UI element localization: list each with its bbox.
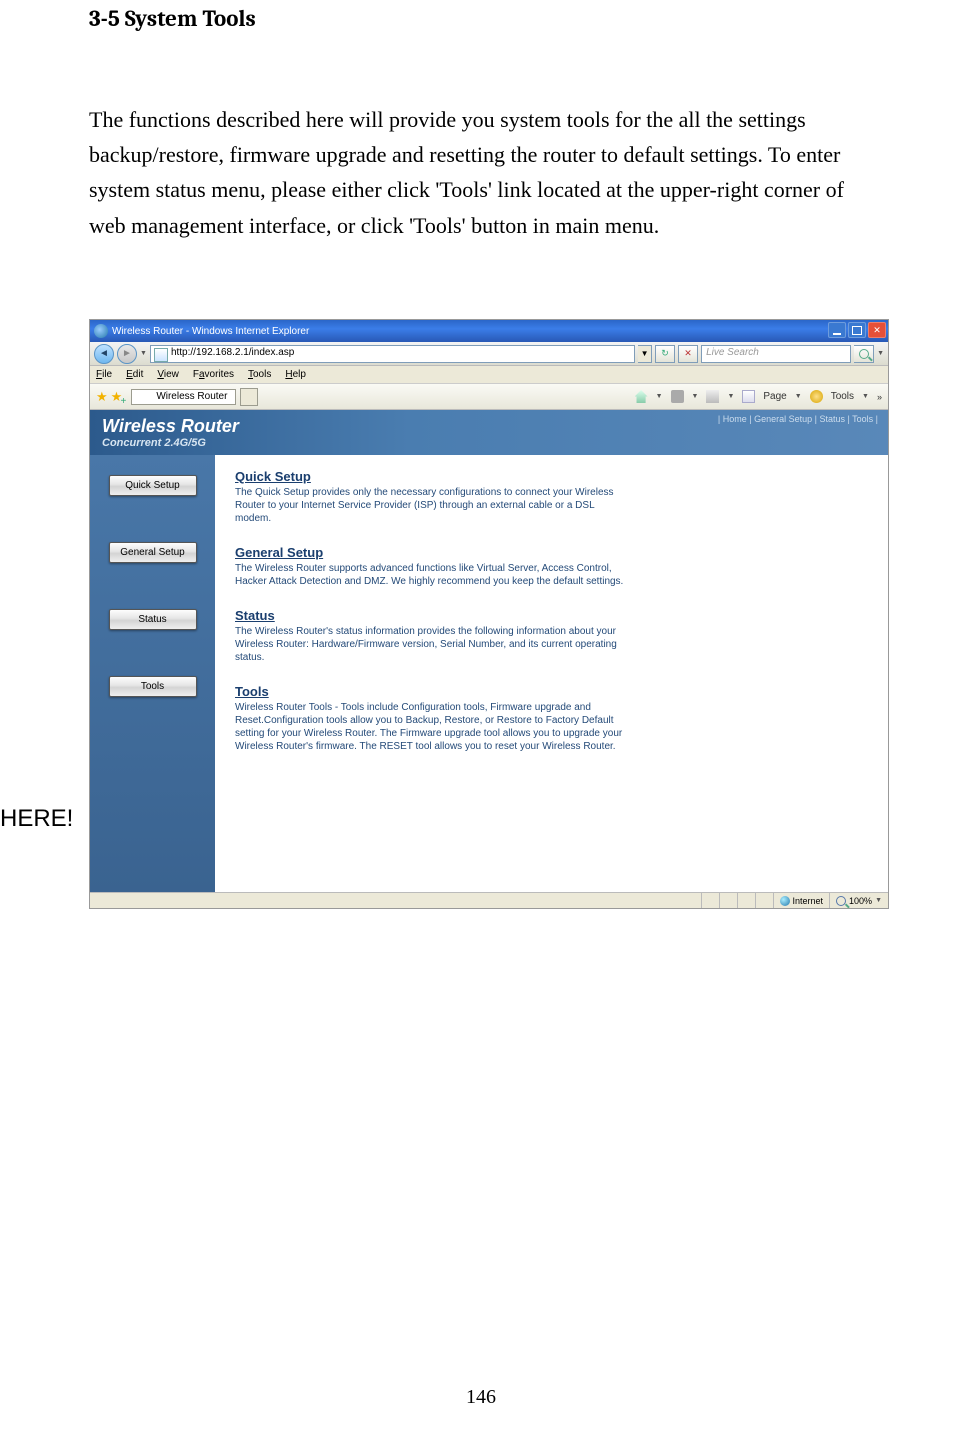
menu-help[interactable]: Help bbox=[285, 369, 306, 380]
zoom-drop-icon[interactable]: ▼ bbox=[875, 897, 882, 904]
tab-favicon-icon bbox=[140, 391, 152, 403]
reload-button[interactable]: ↻ bbox=[655, 345, 675, 363]
sidebar-button-general-setup[interactable]: General Setup bbox=[109, 542, 197, 563]
section-title-status[interactable]: Status bbox=[235, 608, 625, 623]
print-icon[interactable] bbox=[706, 390, 719, 403]
here-callout: HERE! bbox=[0, 805, 73, 833]
browser-status-bar: Internet 100% ▼ bbox=[90, 892, 888, 908]
sidebar-button-tools[interactable]: Tools bbox=[109, 676, 197, 697]
address-bar[interactable]: http://192.168.2.1/index.asp bbox=[150, 345, 635, 363]
home-icon[interactable] bbox=[635, 390, 648, 403]
page-content: | Home | General Setup | Status | Tools … bbox=[90, 410, 888, 892]
section-title-quick-setup[interactable]: Quick Setup bbox=[235, 469, 625, 484]
search-icon bbox=[859, 349, 869, 359]
toolbar-tools-label[interactable]: Tools bbox=[831, 391, 854, 402]
tab-title: Wireless Router bbox=[156, 391, 227, 402]
page-icon bbox=[742, 390, 755, 403]
feeds-icon[interactable] bbox=[671, 390, 684, 403]
menu-tools[interactable]: Tools bbox=[248, 369, 271, 380]
print-drop-icon[interactable]: ▼ bbox=[727, 393, 734, 400]
sidebar-button-status[interactable]: Status bbox=[109, 609, 197, 630]
address-drop-icon[interactable]: ▼ bbox=[638, 345, 652, 363]
home-drop-icon[interactable]: ▼ bbox=[656, 393, 663, 400]
nav-toolbar: ◄ ► ▼ http://192.168.2.1/index.asp ▼ ↻ ✕… bbox=[90, 342, 888, 366]
toolbar-page-label[interactable]: Page bbox=[763, 391, 786, 402]
top-nav-links[interactable]: | Home | General Setup | Status | Tools … bbox=[718, 414, 878, 424]
search-drop-icon[interactable]: ▼ bbox=[877, 350, 884, 357]
status-zone-label: Internet bbox=[793, 896, 824, 906]
stop-button[interactable]: ✕ bbox=[678, 345, 698, 363]
screenshot-container: Wireless Router - Windows Internet Explo… bbox=[89, 319, 889, 909]
window-titlebar: Wireless Router - Windows Internet Explo… bbox=[90, 320, 888, 342]
new-tab-button[interactable] bbox=[240, 388, 258, 406]
section-text-status: The Wireless Router's status information… bbox=[235, 625, 625, 664]
toolbar-overflow-icon[interactable]: » bbox=[877, 392, 882, 402]
menu-edit[interactable]: Edit bbox=[126, 369, 143, 380]
tools-drop-icon[interactable]: ▼ bbox=[862, 393, 869, 400]
menu-bar: File Edit View Favorites Tools Help bbox=[90, 366, 888, 384]
back-button[interactable]: ◄ bbox=[94, 344, 114, 364]
router-subtitle: Concurrent 2.4G/5G bbox=[102, 437, 876, 449]
page-number: 146 bbox=[0, 1386, 962, 1409]
section-text-general-setup: The Wireless Router supports advanced fu… bbox=[235, 562, 625, 588]
router-header: | Home | General Setup | Status | Tools … bbox=[90, 410, 888, 455]
section-title-tools[interactable]: Tools bbox=[235, 684, 625, 699]
tools-icon bbox=[810, 390, 823, 403]
tabs-toolbar: ★ ★+ Wireless Router ▼ ▼ ▼ Page▼ Tools▼ … bbox=[90, 384, 888, 410]
status-zone: Internet bbox=[773, 893, 830, 908]
favorites-star-icon[interactable]: ★ bbox=[96, 389, 108, 405]
menu-view[interactable]: View bbox=[157, 369, 179, 380]
page-drop-icon[interactable]: ▼ bbox=[795, 393, 802, 400]
menu-file[interactable]: File bbox=[96, 369, 112, 380]
section-text-quick-setup: The Quick Setup provides only the necess… bbox=[235, 486, 625, 525]
minimize-button[interactable] bbox=[828, 322, 846, 338]
status-zoom[interactable]: 100% ▼ bbox=[829, 893, 888, 908]
add-favorite-icon[interactable]: ★+ bbox=[111, 389, 123, 405]
internet-zone-icon bbox=[780, 896, 790, 906]
close-button[interactable] bbox=[868, 322, 886, 338]
ie-logo-icon bbox=[94, 324, 108, 338]
status-zoom-label: 100% bbox=[849, 896, 872, 906]
section-body: The functions described here will provid… bbox=[89, 102, 879, 243]
window-title: Wireless Router - Windows Internet Explo… bbox=[112, 326, 309, 337]
section-heading: 3-5 System Tools bbox=[89, 5, 256, 32]
router-sidebar: Quick Setup General Setup Status Tools bbox=[90, 455, 215, 892]
zoom-icon bbox=[836, 896, 846, 906]
history-dropdown-icon[interactable]: ▼ bbox=[140, 350, 147, 357]
browser-tab[interactable]: Wireless Router bbox=[131, 389, 236, 405]
search-go-button[interactable] bbox=[854, 345, 874, 363]
menu-favorites[interactable]: Favorites bbox=[193, 369, 234, 380]
maximize-button[interactable] bbox=[848, 322, 866, 338]
section-title-general-setup[interactable]: General Setup bbox=[235, 545, 625, 560]
forward-button[interactable]: ► bbox=[117, 344, 137, 364]
section-text-tools: Wireless Router Tools - Tools include Co… bbox=[235, 701, 625, 753]
router-content: Quick Setup The Quick Setup provides onl… bbox=[215, 455, 888, 892]
search-input[interactable]: Live Search bbox=[701, 345, 851, 363]
feeds-drop-icon[interactable]: ▼ bbox=[692, 393, 699, 400]
sidebar-button-quick-setup[interactable]: Quick Setup bbox=[109, 475, 197, 496]
